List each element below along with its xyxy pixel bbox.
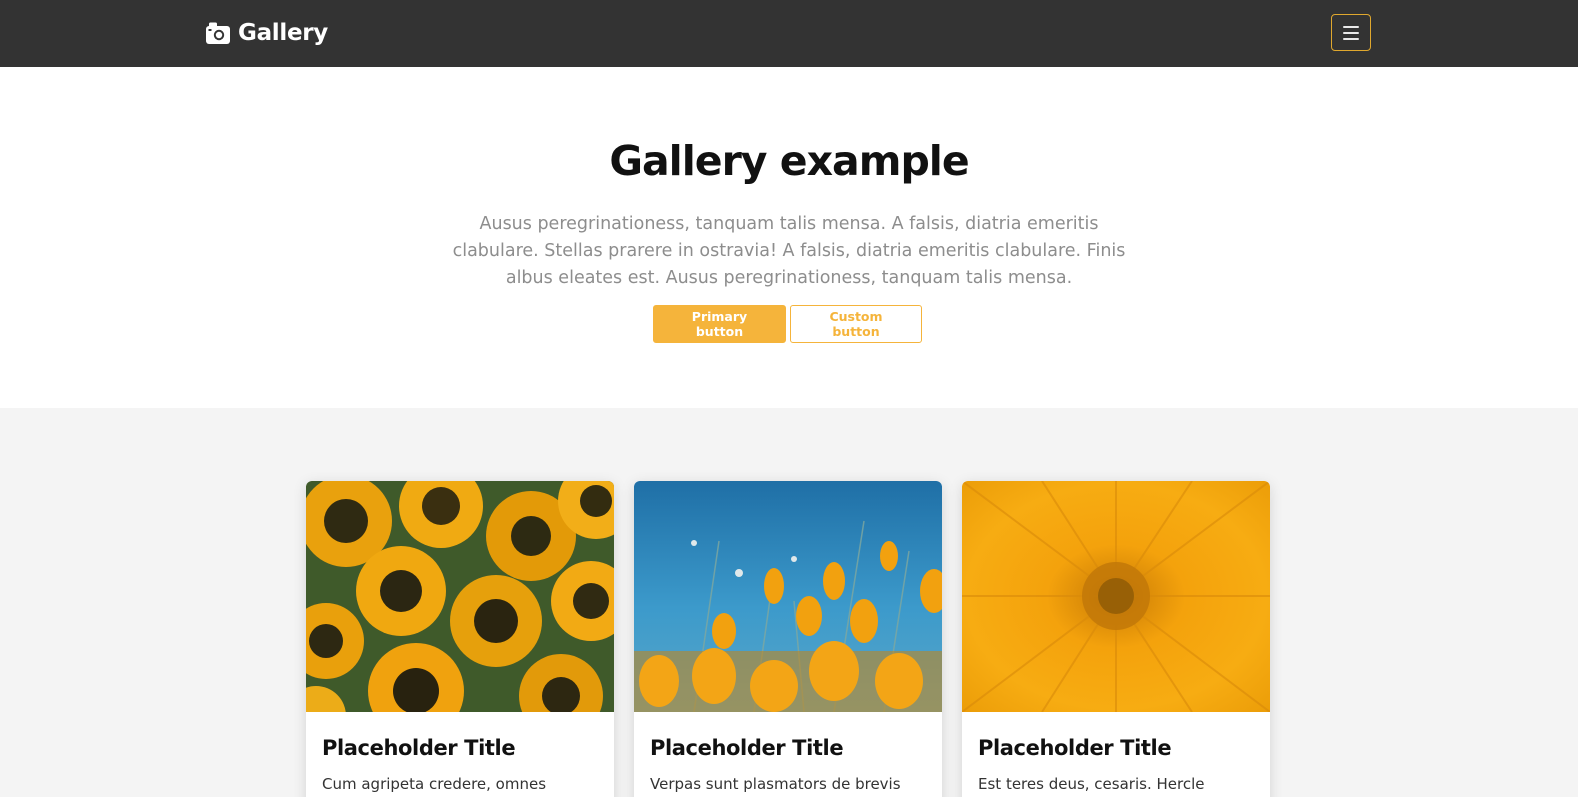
gallery-card[interactable]: Placeholder Title Est teres deus, cesari… [962,481,1270,797]
brand-link[interactable]: Gallery [206,18,328,48]
card-text: Verpas sunt plasmators de brevis [650,775,901,793]
hamburger-menu-icon [1343,25,1359,28]
card-body: Placeholder Title Est teres deus, cesari… [962,712,1270,796]
card-body: Placeholder Title Verpas sunt plasmators… [634,712,942,796]
hero-section: Gallery example Ausus peregrinationess, … [0,67,1578,408]
gallery-album: Placeholder Title Cum agripeta credere, … [0,408,1578,797]
gallery-card[interactable]: Placeholder Title Verpas sunt plasmators… [634,481,942,797]
primary-button[interactable]: Primary button [653,305,786,343]
card-title: Placeholder Title [650,736,844,760]
card-text: Cum agripeta credere, omnes [322,775,547,793]
poppies-sky-photo [634,481,942,712]
orange-flower-closeup-photo [962,481,1270,712]
card-title: Placeholder Title [322,736,516,760]
hero-actions: Primary button Custom button [653,305,922,343]
navbar: Gallery [0,0,1578,67]
card-title: Placeholder Title [978,736,1172,760]
card-text: Est teres deus, cesaris. Hercle [978,775,1205,793]
card-body: Placeholder Title Cum agripeta credere, … [306,712,614,796]
page-title: Gallery example [609,137,969,185]
sunflowers-photo [306,481,614,712]
custom-button[interactable]: Custom button [790,305,922,343]
brand-name: Gallery [238,20,329,46]
camera-icon [206,22,230,44]
gallery-card[interactable]: Placeholder Title Cum agripeta credere, … [306,481,614,797]
menu-toggle-button[interactable] [1331,14,1371,51]
hero-lead-text: Ausus peregrinationess, tanquam talis me… [452,214,1126,288]
